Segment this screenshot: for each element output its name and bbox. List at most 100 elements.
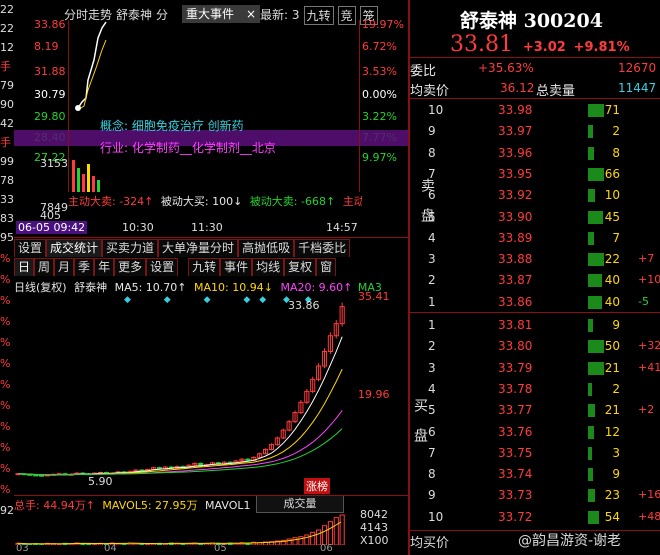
asks-row[interactable]: 5 33.90 45 [428,208,660,227]
left-strip-value: 33 [0,193,14,206]
kline-chart[interactable] [14,291,362,495]
intraday-y-left-label: 29.80 [34,110,66,123]
asks-level: 10 [428,103,444,117]
asks-row[interactable]: 9 33.97 2 [428,122,660,141]
bids-row[interactable]: 1 33.81 9 [428,316,660,335]
intraday-y-right-label: 19.97% [362,18,404,31]
kline-toolbar-item[interactable]: 窗 [316,258,337,276]
bids-row[interactable]: 5 33.77 21 +2 [428,401,660,420]
asks-volume-bar [588,253,604,267]
kline-toolbar-item[interactable]: 月 [54,258,75,276]
asks-row[interactable]: 7 33.95 66 [428,165,660,184]
bids-row[interactable]: 9 33.73 23 +16 [428,486,660,505]
analysis-tab[interactable]: 成交统计 [46,239,103,257]
asks-level: 9 [428,124,436,139]
avg-buy-label: 均买价 [410,536,450,551]
intraday-time-axis: 06-05 09:42 10:30 11:30 14:57 [14,221,408,237]
kline-high-label: 33.86 [288,299,320,312]
asks-row[interactable]: 1 33.86 40 -5 [428,293,660,312]
time-label-1457: 14:57 [326,221,358,234]
asks-row[interactable]: 8 33.96 8 [428,144,660,163]
asks-level: 4 [428,230,436,245]
analysis-tab[interactable]: 大单净量分时 [158,239,239,257]
kline-toolbar-item[interactable]: 复权 [284,258,317,276]
kline-price-high: 35.41 [358,290,390,303]
asks-change: -5 [638,294,649,308]
kline-toolbar-item[interactable]: 周 [34,258,55,276]
bids-level: 6 [428,424,436,439]
bids-change: +48 [638,509,660,523]
intraday-y-right-label: 3.53% [362,65,397,78]
concept-tags[interactable]: 概念: 细胞免疫治疗 创新药 [100,117,244,134]
analysis-tab[interactable]: 高抛低吸 [238,239,295,257]
bids-row[interactable]: 8 33.74 9 [428,465,660,484]
volume-bars [15,514,345,545]
asks-price: 33.86 [498,294,533,309]
indicator-select[interactable]: 成交量 [256,495,344,513]
asks-row[interactable]: 10 33.98 71 [428,101,660,120]
kline-toolbar-item[interactable]: 日 [14,258,35,276]
asks-row[interactable]: 4 33.89 7 [428,229,660,248]
asks-row[interactable]: 2 33.87 40 +10 [428,271,660,290]
left-strip-value: 22 [0,3,14,16]
kline-price-mid: 19.96 [358,388,390,401]
left-strip-value: % [0,462,11,475]
kline-toolbar-item[interactable]: 事件 [220,258,253,276]
x-tick-05: 05 [214,543,227,554]
bids-row[interactable]: 7 33.75 3 [428,444,660,463]
left-strip-value: % [0,441,11,454]
bids-price: 33.74 [498,467,533,482]
candle-body[interactable] [33,474,39,477]
asks-row[interactable]: 6 33.92 10 [428,186,660,205]
kline-toolbar: 日周月季年更多 设置 九转 事件 均线 复权窗 [14,258,337,276]
candle-body[interactable] [39,474,45,477]
volume-y-label: X100 [360,534,389,547]
analysis-tab[interactable]: 设置 [14,239,47,257]
bids-change: +412 [638,360,660,374]
flow-passive-buy: 被动大买: 100↓ [160,195,243,208]
bids-row[interactable]: 10 33.72 54 +48 [428,508,660,527]
left-strip-value: 79 [0,79,14,92]
analysis-tab[interactable]: 千档委比 [294,239,351,257]
price-change: +3.02 [522,40,566,55]
bids-row[interactable]: 6 33.76 12 [428,423,660,442]
avg-sell-label: 均卖价 [410,84,450,99]
asks-level: 3 [428,252,436,267]
analysis-tab[interactable]: 买卖力道 [102,239,159,257]
last-price: 33.81 [450,32,513,57]
intraday-vol-label: 3153 [40,157,68,170]
left-strip-value: 22 [0,22,14,35]
volume-panel: 总手: 44.94万↑ MAVOL5: 27.95万 MAVOL1 成交量 80… [14,495,408,555]
asks-volume-bar [588,104,604,117]
bids-row[interactable]: 333.79421+412 [428,359,660,378]
candle-body[interactable] [245,458,251,461]
bids-row[interactable]: 2 33.80 350 +32 [428,337,660,356]
left-strip-value: % [0,273,11,286]
asks-row[interactable]: 3 33.88 122 +7 [428,250,660,269]
mavol5-label: MAVOL5: 27.95万 [102,499,198,512]
kline-panel: 日线(复权) 舒泰神 MA5: 10.70↑ MA10: 10.94↓ MA20… [14,277,408,495]
industry-tags[interactable]: 行业: 化学制药__化学制剂__北京 [100,139,276,156]
kline-toolbar-item[interactable]: 季 [74,258,95,276]
sell-side-label: 卖盘 [419,178,435,238]
left-strip-value: 手 [0,136,11,149]
kline-toolbar-item[interactable]: 设置 [146,258,179,276]
asks-volume-bar [588,125,593,139]
left-strip-value: % [0,357,11,370]
limit-up-tag[interactable]: 涨榜 [304,478,330,494]
kline-toolbar-item[interactable]: 均线 [252,258,285,276]
flow-main-2: 主动大 [342,195,362,208]
kline-toolbar-item[interactable]: 年 [94,258,115,276]
asks-volume-bar [588,231,594,245]
kline-toolbar-item[interactable]: 更多 [114,258,147,276]
volume-y-label: 8042 [360,508,388,521]
left-strip-value: % [0,294,11,307]
bids-volume-bar [588,319,594,332]
bids-row[interactable]: 4 33.78 2 [428,380,660,399]
asks-volume-bar [588,146,594,160]
asks-price: 33.90 [498,209,533,224]
bids-level: 7 [428,445,436,460]
volume-bar [292,537,298,545]
left-strip-value: 78 [0,174,14,187]
kline-toolbar-item[interactable]: 九转 [188,258,221,276]
